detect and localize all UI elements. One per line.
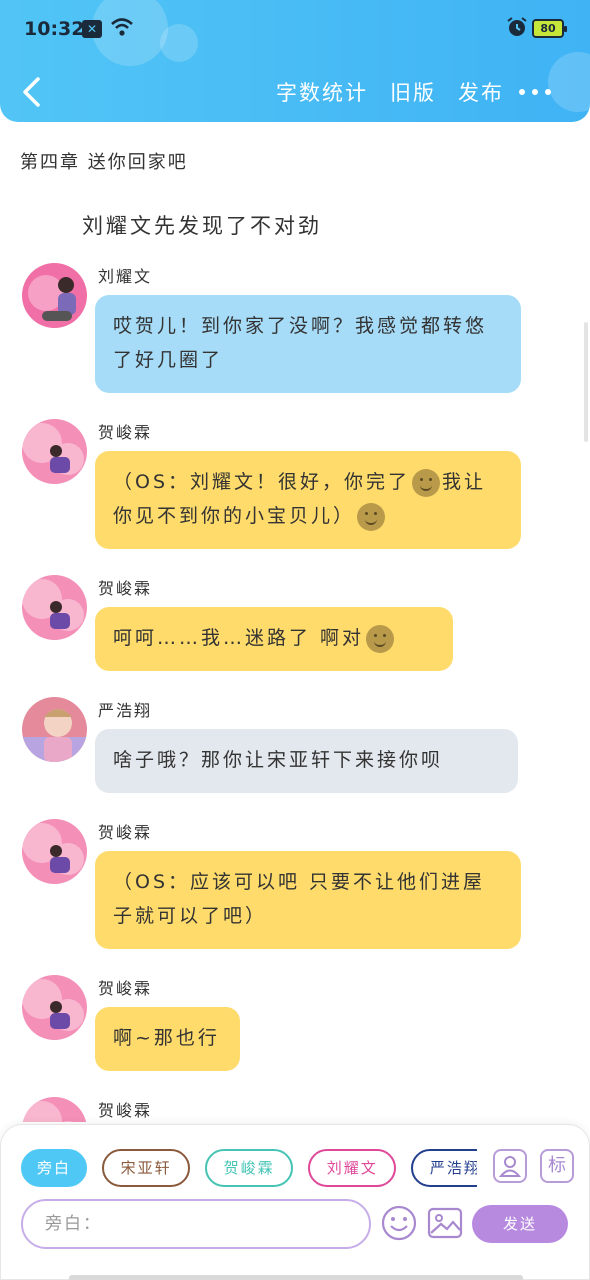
message-bubble[interactable]: 呵呵……我…迷路了 啊对 bbox=[95, 607, 453, 671]
role-tag-narrator[interactable]: 旁白 bbox=[21, 1149, 87, 1187]
image-icon[interactable] bbox=[427, 1205, 463, 1241]
wifi-icon bbox=[111, 18, 133, 36]
top-header: 10:32 ✕ 80 字数统计 旧版 发布 bbox=[0, 0, 590, 122]
message-text: （OS：应该可以吧 只要不让他们进屋子就可以了吧） bbox=[113, 871, 486, 927]
role-tag-song-yaxuan[interactable]: 宋亚轩 bbox=[102, 1149, 191, 1187]
chapter-title[interactable]: 第四章 送你回家吧 bbox=[20, 148, 188, 174]
message-text: 哎贺儿！到你家了没啊？我感觉都转悠了好几圈了 bbox=[113, 315, 488, 371]
avatar-image bbox=[22, 975, 87, 1040]
message-text: 啥子哦？那你让宋亚轩下来接你呗 bbox=[113, 749, 444, 771]
speaker-name: 刘耀文 bbox=[98, 267, 153, 286]
emoji-icon[interactable] bbox=[381, 1205, 417, 1241]
mark-icon[interactable]: 标 bbox=[540, 1149, 574, 1183]
word-count-button[interactable]: 字数统计 bbox=[276, 77, 368, 107]
avatar-image bbox=[22, 263, 87, 328]
role-tag-liu-yaowen[interactable]: 刘耀文 bbox=[308, 1149, 397, 1187]
notification-icon: ✕ bbox=[82, 20, 102, 38]
alarm-icon bbox=[507, 17, 527, 36]
speaker-name: 贺峻霖 bbox=[98, 579, 153, 598]
speaker-name: 贺峻霖 bbox=[98, 979, 153, 998]
send-button[interactable]: 发送 bbox=[472, 1205, 568, 1243]
status-time: 10:32 bbox=[24, 18, 85, 40]
speaker-name: 贺峻霖 bbox=[98, 1101, 153, 1120]
battery-icon: 80 bbox=[532, 19, 567, 38]
more-options-icon[interactable] bbox=[518, 84, 552, 100]
role-selector: 旁白 宋亚轩 贺峻霖 刘耀文 严浩翔 bbox=[21, 1149, 477, 1187]
decor-bubble bbox=[548, 52, 590, 112]
avatar[interactable] bbox=[22, 819, 87, 884]
message-bubble[interactable]: 啊~那也行 bbox=[95, 1007, 240, 1071]
speaker-name: 贺峻霖 bbox=[98, 823, 153, 842]
message-text: （OS：刘耀文！很好，你完了 bbox=[113, 471, 411, 493]
scrollbar[interactable] bbox=[584, 322, 588, 442]
avatar-image bbox=[22, 1097, 87, 1122]
message-input[interactable] bbox=[45, 1214, 345, 1234]
avatar[interactable] bbox=[22, 419, 87, 484]
avatar[interactable] bbox=[22, 975, 87, 1040]
narration-text[interactable]: 刘耀文先发现了不对劲 bbox=[82, 210, 322, 240]
avatar-image bbox=[22, 575, 87, 640]
person-icon bbox=[498, 1156, 522, 1177]
message-text: 呵呵……我…迷路了 啊对 bbox=[113, 627, 365, 649]
publish-button[interactable]: 发布 bbox=[458, 77, 504, 107]
old-version-button[interactable]: 旧版 bbox=[390, 77, 436, 107]
header-actions: 字数统计 旧版 发布 bbox=[276, 74, 504, 110]
message-bubble[interactable]: 啥子哦？那你让宋亚轩下来接你呗 bbox=[95, 729, 518, 793]
role-manage-icon[interactable] bbox=[493, 1149, 527, 1183]
avatar-image bbox=[22, 819, 87, 884]
message-bubble[interactable]: 哎贺儿！到你家了没啊？我感觉都转悠了好几圈了 bbox=[95, 295, 521, 393]
speaker-name: 严浩翔 bbox=[98, 701, 153, 720]
message-text: 啊~那也行 bbox=[113, 1027, 220, 1049]
message-input-wrap bbox=[21, 1199, 371, 1249]
avatar[interactable] bbox=[22, 263, 87, 328]
home-indicator[interactable] bbox=[69, 1275, 523, 1280]
chat-content[interactable]: 第四章 送你回家吧 刘耀文先发现了不对劲 刘耀文 哎贺儿！到你家了没啊？我感觉都… bbox=[0, 122, 590, 1122]
speaker-name: 贺峻霖 bbox=[98, 423, 153, 442]
role-tag-yan-haoxiang[interactable]: 严浩翔 bbox=[411, 1149, 477, 1187]
avatar-image bbox=[22, 419, 87, 484]
back-arrow-icon[interactable] bbox=[18, 76, 48, 108]
smiley-emoji-icon bbox=[412, 468, 441, 497]
message-bubble[interactable]: （OS：刘耀文！很好，你完了 我让你见不到你的小宝贝儿） bbox=[95, 451, 521, 549]
status-bar: 10:32 ✕ 80 bbox=[0, 0, 590, 58]
avatar[interactable] bbox=[22, 575, 87, 640]
avatar[interactable] bbox=[22, 1097, 87, 1122]
avatar-image bbox=[22, 697, 87, 762]
message-bubble[interactable]: （OS：应该可以吧 只要不让他们进屋子就可以了吧） bbox=[95, 851, 521, 949]
smiley-emoji-icon bbox=[366, 624, 395, 653]
avatar[interactable] bbox=[22, 697, 87, 762]
smiley-emoji-icon bbox=[357, 502, 386, 531]
role-tag-he-junlin[interactable]: 贺峻霖 bbox=[205, 1149, 294, 1187]
input-panel: 旁白 宋亚轩 贺峻霖 刘耀文 严浩翔 标 发送 bbox=[0, 1124, 590, 1280]
